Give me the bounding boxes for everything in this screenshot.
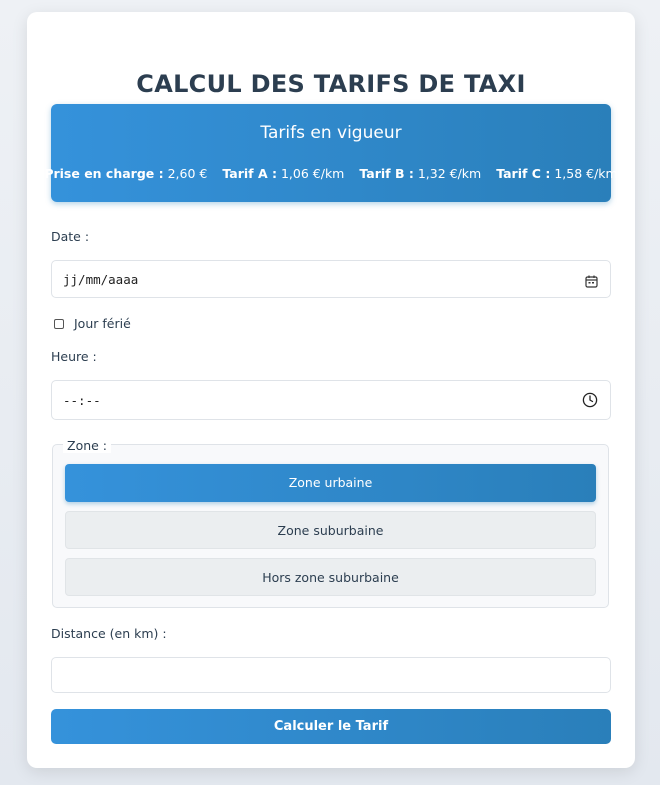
holiday-checkbox[interactable] — [54, 318, 64, 329]
zone-legend: Zone : — [63, 438, 112, 453]
date-input[interactable]: jj/mm/aaaa — [51, 260, 611, 298]
calculator-card: CALCUL DES TARIFS DE TAXI Tarifs en vigu… — [27, 12, 635, 768]
calculate-button[interactable]: Calculer le Tarif — [51, 709, 611, 744]
rate-b: Tarif B : 1,32 €/km — [359, 166, 482, 181]
holiday-row: Jour férié — [54, 316, 131, 331]
time-input[interactable]: --:-- — [51, 380, 611, 420]
zone-urban-button[interactable]: Zone urbaine — [65, 464, 596, 502]
time-label: Heure : — [51, 349, 97, 364]
date-label: Date : — [51, 229, 90, 244]
holiday-label: Jour férié — [74, 316, 131, 331]
date-value: jj/mm/aaaa — [63, 272, 139, 287]
time-value: --:-- — [63, 393, 101, 408]
rates-list: Prise en charge : 2,60 € Tarif A : 1,06 … — [44, 166, 617, 181]
rate-pickup: Prise en charge : 2,60 € — [44, 166, 208, 181]
rate-a: Tarif A : 1,06 €/km — [222, 166, 345, 181]
rate-c: Tarif C : 1,58 €/km — [496, 166, 618, 181]
distance-input[interactable] — [51, 657, 611, 693]
clock-icon[interactable] — [582, 392, 598, 412]
distance-label: Distance (en km) : — [51, 626, 167, 641]
zone-outside-suburban-button[interactable]: Hors zone suburbaine — [65, 558, 596, 596]
rates-banner: Tarifs en vigueur Prise en charge : 2,60… — [44, 104, 618, 202]
page-title: CALCUL DES TARIFS DE TAXI — [136, 70, 526, 98]
zone-suburban-button[interactable]: Zone suburbaine — [65, 511, 596, 549]
rates-heading: Tarifs en vigueur — [260, 123, 402, 143]
calendar-icon[interactable] — [585, 273, 598, 292]
